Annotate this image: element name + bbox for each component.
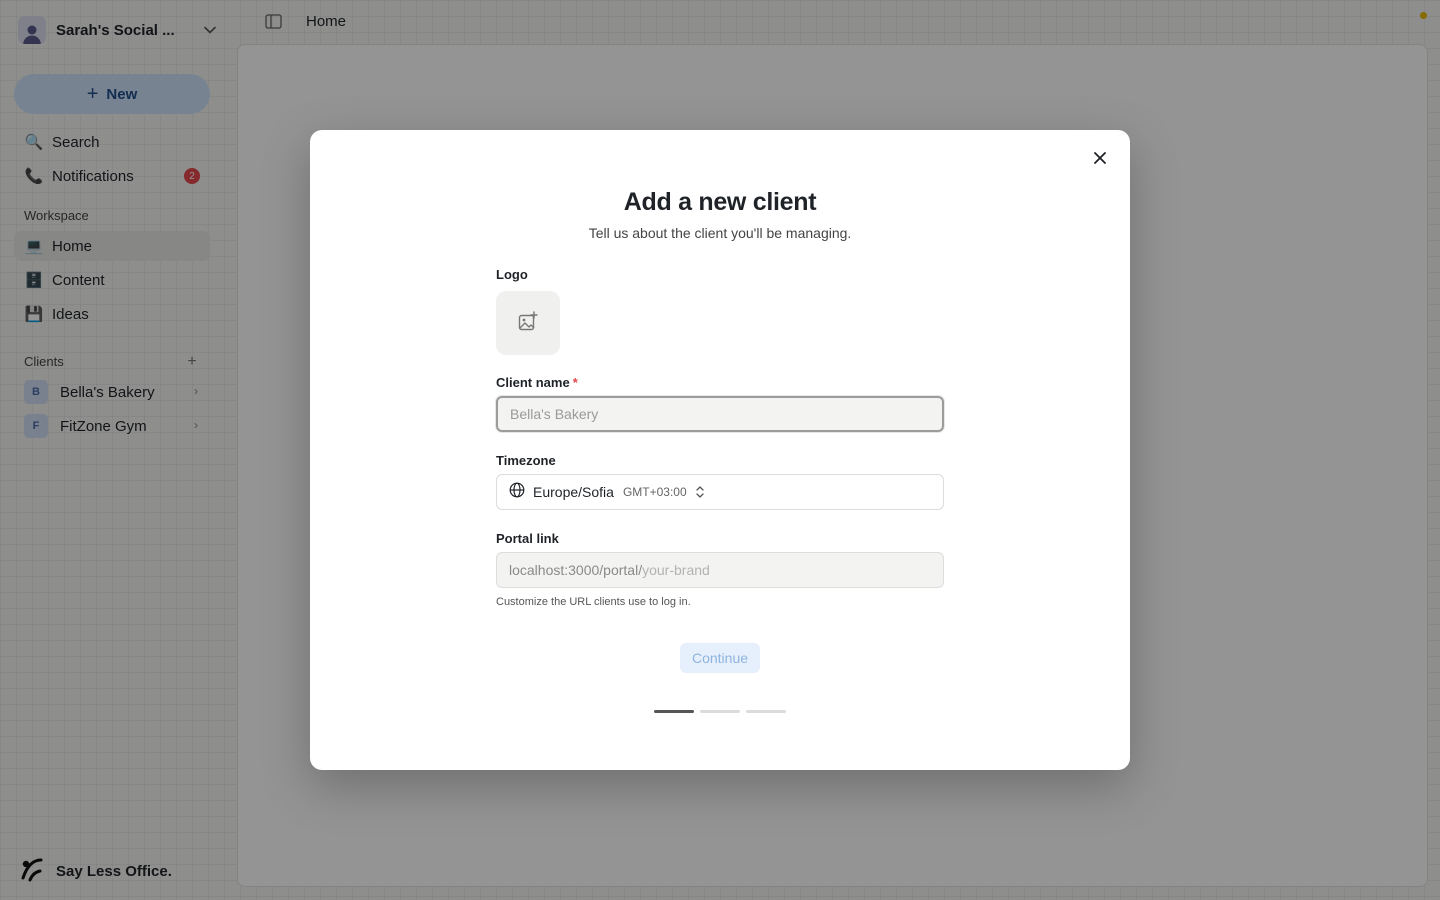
close-icon[interactable] [1090, 148, 1110, 168]
chevron-up-down-icon [695, 485, 705, 499]
image-add-icon [518, 310, 538, 336]
globe-icon [509, 482, 525, 503]
portal-link-label: Portal link [496, 531, 559, 546]
step-indicator-3 [746, 710, 786, 713]
client-name-label-text: Client name [496, 375, 570, 390]
add-client-modal: Add a new client Tell us about the clien… [310, 130, 1130, 770]
logo-label: Logo [496, 267, 528, 282]
modal-subtitle: Tell us about the client you'll be manag… [588, 225, 852, 241]
client-name-input[interactable] [496, 396, 944, 432]
required-mark: * [572, 375, 578, 390]
timezone-offset: GMT+03:00 [622, 485, 687, 499]
client-name-label: Client name * [496, 375, 578, 390]
step-indicator-1 [654, 710, 694, 713]
portal-link-input[interactable]: localhost:3000/portal/your-brand [496, 552, 944, 588]
timezone-value: Europe/Sofia [533, 484, 614, 500]
step-indicator-2 [700, 710, 740, 713]
timezone-label: Timezone [496, 453, 556, 468]
continue-button[interactable]: Continue [680, 643, 760, 673]
portal-link-prefix: localhost:3000/portal/ [509, 562, 643, 578]
portal-link-hint: Customize the URL clients use to log in. [496, 596, 691, 608]
modal-title: Add a new client [623, 188, 817, 216]
logo-upload-button[interactable] [496, 291, 560, 355]
portal-link-placeholder: your-brand [642, 562, 710, 578]
timezone-select[interactable]: Europe/Sofia GMT+03:00 [496, 474, 944, 510]
